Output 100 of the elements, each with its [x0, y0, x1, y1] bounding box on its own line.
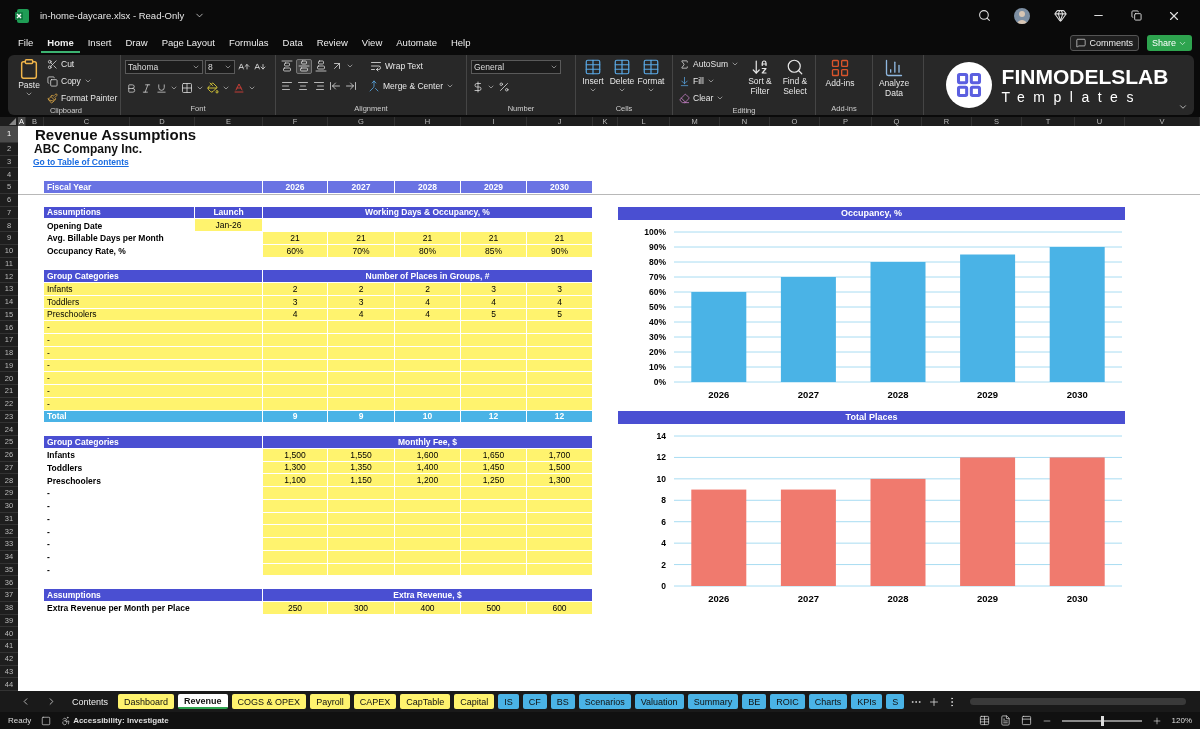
cells-button[interactable]: Insert — [580, 56, 606, 95]
format-painter-button[interactable]: Format Painter — [45, 90, 120, 106]
paintbrush-icon — [47, 92, 58, 104]
sheet-tab[interactable]: Dashboard — [118, 694, 175, 710]
input-cell — [527, 487, 593, 500]
column-heading: Group Categories — [44, 270, 263, 284]
sort-icon — [750, 57, 769, 76]
sheet-tab[interactable]: Capital — [454, 694, 495, 710]
table-cell: 1,300 — [527, 474, 593, 488]
input-cell — [461, 487, 527, 500]
sheet-tab[interactable]: CF — [522, 694, 547, 710]
column-heading: Working Days & Occupancy, % — [263, 206, 593, 220]
menu-tab[interactable]: View — [355, 33, 389, 53]
sheet-tab[interactable]: Scenarios — [578, 694, 631, 710]
input-cell — [328, 385, 395, 398]
input-cell — [328, 538, 395, 551]
grid-icon — [954, 70, 983, 99]
sheet-tab[interactable]: Charts — [808, 694, 848, 710]
menu-tab[interactable]: Insert — [81, 33, 118, 53]
fill-color-button[interactable] — [206, 80, 220, 96]
menu-tab[interactable]: Page Layout — [155, 33, 221, 53]
align-bottom-icon — [315, 60, 327, 73]
axis-label: 20% — [649, 346, 666, 357]
table-cell: 1,100 — [263, 474, 328, 488]
scrollbar[interactable] — [970, 698, 1186, 706]
font-color-icon — [233, 82, 245, 95]
indent-icon — [345, 80, 357, 93]
sheet-tab[interactable]: IS — [498, 694, 519, 710]
slider-thumb[interactable] — [1100, 715, 1104, 726]
sheet-tab[interactable]: KPIs — [851, 694, 883, 710]
input-cell — [461, 321, 527, 335]
contents-link[interactable]: Go to Table of Contents — [33, 155, 129, 169]
sheet-tab[interactable]: CapTable — [400, 694, 451, 710]
column-heading: Fiscal Year — [44, 181, 263, 194]
currency-button[interactable] — [471, 79, 485, 95]
cells-button[interactable]: Delete — [609, 56, 635, 95]
sort-filter-button[interactable]: Sort & Filter — [743, 56, 776, 97]
chart-icon — [884, 57, 904, 78]
sheet-tab[interactable]: Summary — [687, 694, 739, 710]
input-cell — [461, 538, 527, 551]
font-size-field[interactable]: 8 — [205, 60, 235, 75]
input-cell — [461, 334, 527, 347]
logo-name: FINMODELSLAB — [1001, 65, 1169, 87]
page-layout-icon — [999, 715, 1011, 726]
comments-button[interactable]: Comments — [1070, 35, 1139, 52]
sheet-tab[interactable]: S — [886, 694, 905, 710]
wrap-text-button[interactable]: Wrap Text — [368, 58, 425, 74]
column-heading: Monthly Fee, $ — [263, 436, 593, 449]
clear-button[interactable]: Clear — [677, 90, 741, 106]
menu-tab[interactable]: Review — [310, 33, 354, 53]
sheet-title: Revenue Assumptions — [34, 125, 198, 143]
row-label: - — [44, 385, 263, 398]
sheet-tab[interactable]: BE — [742, 694, 767, 710]
sheet-tab[interactable]: ROIC — [770, 694, 805, 710]
merge-center-button[interactable]: Merge & Center — [366, 78, 456, 94]
page-break-icon — [1020, 715, 1032, 726]
sheet-tab[interactable]: BS — [550, 694, 575, 710]
menu-tab[interactable]: Formulas — [223, 33, 275, 53]
sheet-tab[interactable]: Valuation — [634, 694, 684, 710]
accessibility-icon — [61, 715, 72, 726]
find-select-button[interactable]: Find & Select — [778, 56, 811, 97]
autosum-button[interactable]: AutoSum — [677, 56, 741, 72]
paste-button[interactable]: Paste — [16, 56, 42, 99]
input-cell — [527, 385, 593, 398]
input-cell — [395, 385, 461, 398]
menu-tab[interactable]: Automate — [390, 33, 443, 53]
menu-tab[interactable]: Data — [276, 33, 309, 53]
number-format-field[interactable]: General — [471, 59, 561, 74]
middle-align-button[interactable] — [296, 58, 312, 74]
menu-tab[interactable]: Home — [41, 33, 80, 53]
bottom-align-button[interactable] — [314, 58, 328, 74]
font-name-field[interactable]: Tahoma — [125, 60, 203, 75]
table-cell: 2030 — [527, 181, 593, 194]
sheet-tab[interactable]: Revenue — [178, 694, 228, 710]
sheet-tab[interactable]: CAPEX — [353, 694, 397, 710]
select-all-icon[interactable] — [0, 116, 18, 126]
axis-label: 10 — [656, 473, 666, 484]
axis-label: 0 — [661, 580, 666, 591]
axis-label: 2026 — [708, 592, 730, 604]
sheet-tab[interactable]: Payroll — [310, 694, 350, 710]
top-align-button[interactable] — [280, 58, 294, 74]
input-cell — [263, 385, 328, 398]
percent-button[interactable] — [497, 79, 511, 95]
analyze-data-button[interactable]: Analyze Data — [877, 56, 911, 99]
cut-button[interactable]: Cut — [45, 56, 120, 72]
cells-button[interactable]: Format — [638, 56, 664, 95]
accessibility-status[interactable]: Accessibility: Investigate — [73, 716, 169, 725]
sheet-tab[interactable]: Contents — [66, 694, 115, 710]
menu-tab[interactable]: Draw — [119, 33, 154, 53]
copy-button[interactable]: Copy — [45, 73, 120, 89]
borders-button[interactable] — [180, 80, 194, 96]
table-cell: 21 — [527, 232, 593, 245]
fill-button[interactable]: Fill — [677, 73, 741, 89]
add-ins-button[interactable]: Add-ins — [820, 56, 860, 89]
zoom-level[interactable]: 120% — [1171, 716, 1192, 725]
input-cell — [263, 487, 328, 500]
menu-tab[interactable]: Help — [444, 33, 477, 53]
sheet-tab[interactable]: COGS & OPEX — [231, 694, 307, 710]
axis-label: 2029 — [977, 388, 999, 400]
menu-tab[interactable]: File — [12, 33, 40, 53]
